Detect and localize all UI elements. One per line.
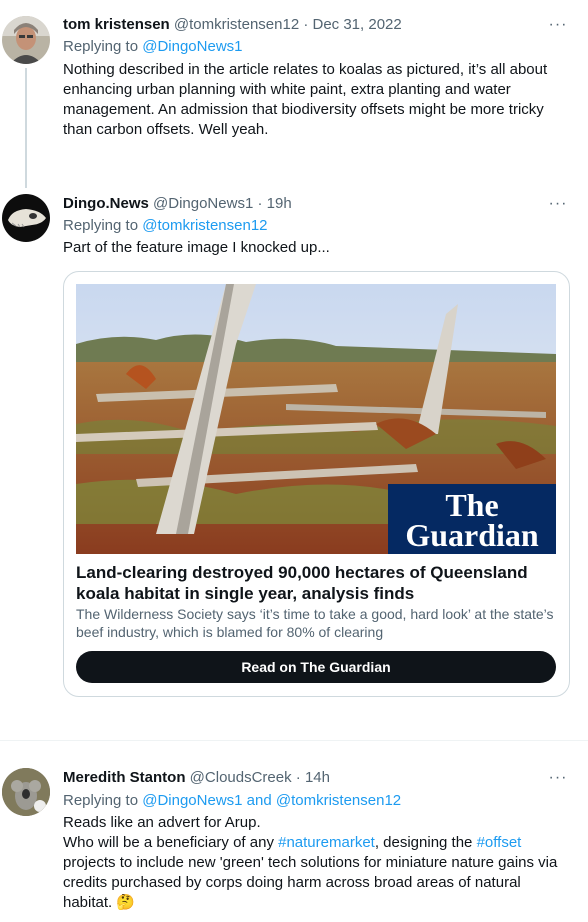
card-title[interactable]: Land-clearing destroyed 90,000 hectares …	[76, 562, 558, 604]
timestamp[interactable]: 14h	[305, 769, 330, 786]
handle[interactable]: @DingoNews1	[153, 195, 253, 212]
logo-line-2: Guardian	[405, 517, 539, 553]
text-segment: projects to include new 'green' tech sol…	[63, 854, 558, 911]
separator: ·	[257, 195, 263, 212]
timestamp[interactable]: Dec 31, 2022	[313, 16, 402, 33]
mention-link[interactable]: @DingoNews1 and @tomkristensen12	[142, 792, 401, 809]
hashtag-link[interactable]: #naturemarket	[278, 834, 375, 851]
display-name[interactable]: Dingo.News	[63, 195, 149, 212]
thread-line	[25, 68, 27, 188]
tweet-text: Nothing described in the article relates…	[63, 61, 548, 138]
tweet-text: Part of the feature image I knocked up..…	[63, 239, 330, 256]
avatar[interactable]	[2, 194, 50, 242]
card-description: The Wilderness Society says ‘it’s time t…	[76, 606, 554, 640]
tweet-header: Dingo.News @DingoNews1 · 19h	[63, 194, 292, 214]
more-options-icon[interactable]: ···	[548, 768, 568, 788]
display-name[interactable]: tom kristensen	[63, 16, 170, 33]
text-segment: , designing the	[374, 834, 477, 851]
logo-line-1: The	[445, 487, 499, 523]
more-options-icon[interactable]: ···	[548, 194, 568, 214]
replying-to: Replying to @DingoNews1 and @tomkristens…	[63, 791, 401, 811]
tweet-header: tom kristensen @tomkristensen12 · Dec 31…	[63, 15, 402, 35]
mention-link[interactable]: @DingoNews1	[142, 38, 242, 55]
hashtag-link[interactable]: #offset	[477, 834, 522, 851]
separator: ·	[295, 769, 301, 786]
display-name[interactable]: Meredith Stanton	[63, 769, 186, 786]
guardian-logo: The Guardian	[388, 484, 556, 554]
more-options-icon[interactable]: ···	[548, 15, 568, 35]
tweet-text: Reads like an advert for Arup. Who will …	[63, 813, 568, 913]
separator: ·	[303, 16, 309, 33]
thinking-face-emoji-icon: 🤔	[116, 894, 136, 911]
replying-label: Replying to	[63, 217, 143, 234]
link-card[interactable]: The Guardian Land-clearing destroyed 90,…	[63, 271, 570, 697]
avatar-tom-icon	[2, 16, 50, 64]
avatar[interactable]	[2, 768, 50, 816]
replying-label: Replying to	[63, 792, 143, 809]
replying-to: Replying to @tomkristensen12	[63, 216, 268, 236]
avatar-dingo-skull-icon	[2, 194, 50, 242]
replying-to: Replying to @DingoNews1	[63, 37, 243, 57]
handle[interactable]: @tomkristensen12	[174, 16, 299, 33]
tweet-text-line-1: Reads like an advert for Arup.	[63, 814, 261, 831]
timestamp[interactable]: 19h	[267, 195, 292, 212]
avatar-koala-icon	[2, 768, 50, 816]
text-segment: Who will be a beneficiary of any	[63, 834, 279, 851]
tweet-text-line-2: Who will be a beneficiary of any #nature…	[63, 833, 568, 913]
avatar[interactable]	[2, 16, 50, 64]
mention-link[interactable]: @tomkristensen12	[142, 217, 267, 234]
read-on-guardian-button[interactable]: Read on The Guardian	[76, 651, 556, 683]
article-image[interactable]: The Guardian	[76, 284, 556, 554]
replying-label: Replying to	[63, 38, 143, 55]
divider	[0, 740, 588, 741]
handle[interactable]: @CloudsCreek	[190, 769, 292, 786]
tweet-header: Meredith Stanton @CloudsCreek · 14h	[63, 768, 330, 788]
